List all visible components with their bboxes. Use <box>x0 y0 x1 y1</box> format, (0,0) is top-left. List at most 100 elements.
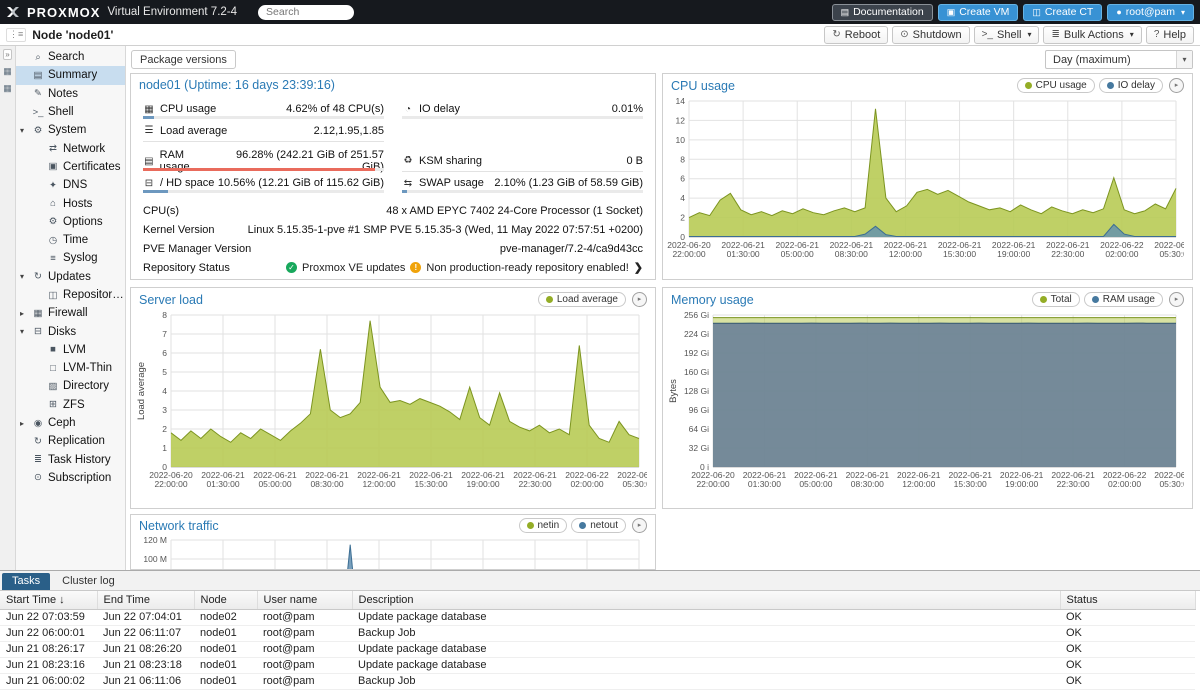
svg-text:160 Gi: 160 Gi <box>684 367 709 377</box>
sidebar-item-label: Replication <box>48 435 105 447</box>
task-cell: Jun 22 07:03:59 <box>0 609 97 625</box>
legend-cpu-usage[interactable]: CPU usage <box>1017 78 1095 93</box>
undock-button[interactable]: ▸ <box>1169 78 1184 93</box>
cpu-chart-svg: 2022-06-2022:00:002022-06-2101:30:002022… <box>667 95 1184 267</box>
legend-dot <box>1107 82 1114 89</box>
metric-progress-track <box>143 168 384 171</box>
notes-icon: ✎ <box>31 88 45 99</box>
summary-right-column: ◔IO delay0.01%♻KSM sharing0 B⇆SWAP usage… <box>402 98 643 194</box>
column-header-end-time[interactable]: End Time <box>97 591 194 609</box>
task-row[interactable]: Jun 21 06:00:02Jun 21 06:11:06node01root… <box>0 673 1195 689</box>
legend-load-average[interactable]: Load average <box>538 292 626 307</box>
caret-right-icon[interactable]: ▸ <box>20 419 31 428</box>
legend-netout[interactable]: netout <box>571 518 626 533</box>
book-icon: ▤ <box>841 8 850 17</box>
legend-total[interactable]: Total <box>1032 292 1080 307</box>
shell-label: Shell <box>997 29 1021 41</box>
caret-down-icon[interactable]: ▾ <box>20 272 31 281</box>
legend-ram-usage[interactable]: RAM usage <box>1084 292 1163 307</box>
sidebar-item-shell[interactable]: >_Shell <box>16 103 125 121</box>
time-range-select[interactable]: Day (maximum) ▾ <box>1045 50 1193 69</box>
sidebar-item-replication[interactable]: ↻Replication <box>16 432 125 450</box>
global-search-input[interactable] <box>258 5 354 20</box>
svg-text:12:00:00: 12:00:00 <box>889 249 922 259</box>
sidebar-item-dns[interactable]: ✦DNS <box>16 176 125 194</box>
help-button[interactable]: ? Help <box>1146 26 1194 44</box>
sidebar-item-hosts[interactable]: ⌂Hosts <box>16 194 125 212</box>
node-icon[interactable]: ▦ <box>3 83 12 94</box>
task-row[interactable]: Jun 21 08:23:16Jun 21 08:23:18node01root… <box>0 657 1195 673</box>
sidebar-item-subscription[interactable]: ⊙Subscription <box>16 469 125 487</box>
task-row[interactable]: Jun 21 08:26:17Jun 21 08:26:20node01root… <box>0 641 1195 657</box>
lvm-thin-icon: □ <box>46 363 60 374</box>
sidebar-item-system[interactable]: ▾⚙System <box>16 121 125 139</box>
reboot-button[interactable]: ↻ Reboot <box>824 26 888 44</box>
task-row[interactable]: Jun 22 07:03:59Jun 22 07:04:01node02root… <box>0 609 1195 625</box>
options-icon: ⚙ <box>46 216 60 227</box>
subscription-icon: ⊙ <box>31 472 45 483</box>
sidebar-item-lvm[interactable]: ■LVM <box>16 341 125 359</box>
sidebar-item-zfs[interactable]: ⊞ZFS <box>16 396 125 414</box>
sidebar-item-task-history[interactable]: ≣Task History <box>16 451 125 469</box>
undock-button[interactable]: ▸ <box>632 292 647 307</box>
column-header-user-name[interactable]: User name <box>257 591 352 609</box>
user-menu-button[interactable]: ● root@pam ▾ <box>1107 4 1194 21</box>
sidebar-item-firewall[interactable]: ▸▦Firewall <box>16 304 125 322</box>
sidebar-item-search[interactable]: ⌕Search <box>16 48 125 66</box>
sidebar-item-network[interactable]: ⇄Network <box>16 139 125 157</box>
create-vm-button[interactable]: ▣ Create VM <box>938 4 1019 21</box>
caret-down-icon[interactable]: ▾ <box>20 327 31 336</box>
column-header-description[interactable]: Description <box>352 591 1060 609</box>
user-label: root@pam <box>1126 6 1175 18</box>
tree-expander-icon[interactable]: » <box>3 49 11 60</box>
sidebar-item-updates[interactable]: ▾↻Updates <box>16 268 125 286</box>
svg-text:02:00:00: 02:00:00 <box>1105 249 1138 259</box>
svg-text:6: 6 <box>680 174 685 184</box>
documentation-label: Documentation <box>853 6 924 18</box>
reboot-label: Reboot <box>845 29 880 41</box>
sidebar-item-directory[interactable]: ▨Directory <box>16 377 125 395</box>
shell-icon: >_ <box>31 107 45 118</box>
undock-button[interactable]: ▸ <box>632 518 647 533</box>
metric-label: Load average <box>160 125 227 137</box>
summary-title: node01 (Uptime: 16 days 23:39:16) <box>139 78 335 92</box>
sidebar-item-syslog[interactable]: ≡Syslog <box>16 249 125 267</box>
create-ct-button[interactable]: ◫ Create CT <box>1023 4 1102 21</box>
sidebar-item-notes[interactable]: ✎Notes <box>16 85 125 103</box>
replication-icon: ↻ <box>31 436 45 447</box>
legend-netin[interactable]: netin <box>519 518 568 533</box>
legend-io-delay[interactable]: IO delay <box>1099 78 1163 93</box>
tree-collapse-icon[interactable]: ⋮≡ <box>6 28 26 42</box>
metric-hd-space: ⊟/ HD space10.56% (12.21 GiB of 115.62 G… <box>143 172 384 194</box>
package-versions-button[interactable]: Package versions <box>131 50 236 69</box>
tasks-tab-bar: Tasks Cluster log <box>0 571 1200 591</box>
warning-icon: ! <box>410 262 421 273</box>
bulk-actions-button[interactable]: ≣ Bulk Actions ▾ <box>1043 26 1141 44</box>
sidebar-item-repositories[interactable]: ◫Repositories <box>16 286 125 304</box>
column-header-node[interactable]: Node <box>194 591 257 609</box>
sidebar-item-time[interactable]: ◷Time <box>16 231 125 249</box>
task-row[interactable]: Jun 22 06:00:01Jun 22 06:11:07node01root… <box>0 625 1195 641</box>
shell-button[interactable]: >_ Shell ▾ <box>974 26 1040 44</box>
column-header-status[interactable]: Status <box>1060 591 1195 609</box>
tab-cluster-log[interactable]: Cluster log <box>52 573 125 590</box>
power-icon: ⊙ <box>900 29 908 40</box>
chevron-right-icon[interactable]: ❯ <box>634 261 643 274</box>
column-header-start-time[interactable]: Start Time ↓ <box>0 591 97 609</box>
task-cell: Jun 21 08:26:17 <box>0 641 97 657</box>
sidebar-item-disks[interactable]: ▾⊟Disks <box>16 322 125 340</box>
datacenter-icon[interactable]: ▦ <box>3 66 12 77</box>
tab-tasks[interactable]: Tasks <box>2 573 50 590</box>
sidebar-item-options[interactable]: ⚙Options <box>16 213 125 231</box>
shutdown-button[interactable]: ⊙ Shutdown <box>892 26 969 44</box>
sidebar-item-summary[interactable]: ▤Summary <box>16 66 125 84</box>
sidebar-item-lvm-thin[interactable]: □LVM-Thin <box>16 359 125 377</box>
sidebar-item-ceph[interactable]: ▸◉Ceph <box>16 414 125 432</box>
sidebar-item-certificates[interactable]: ▣Certificates <box>16 158 125 176</box>
sidebar-item-label: LVM <box>63 344 86 356</box>
documentation-button[interactable]: ▤ Documentation <box>832 4 933 21</box>
undock-button[interactable]: ▸ <box>1169 292 1184 307</box>
caret-down-icon[interactable]: ▾ <box>20 126 31 135</box>
task-cell: root@pam <box>257 609 352 625</box>
caret-right-icon[interactable]: ▸ <box>20 309 31 318</box>
